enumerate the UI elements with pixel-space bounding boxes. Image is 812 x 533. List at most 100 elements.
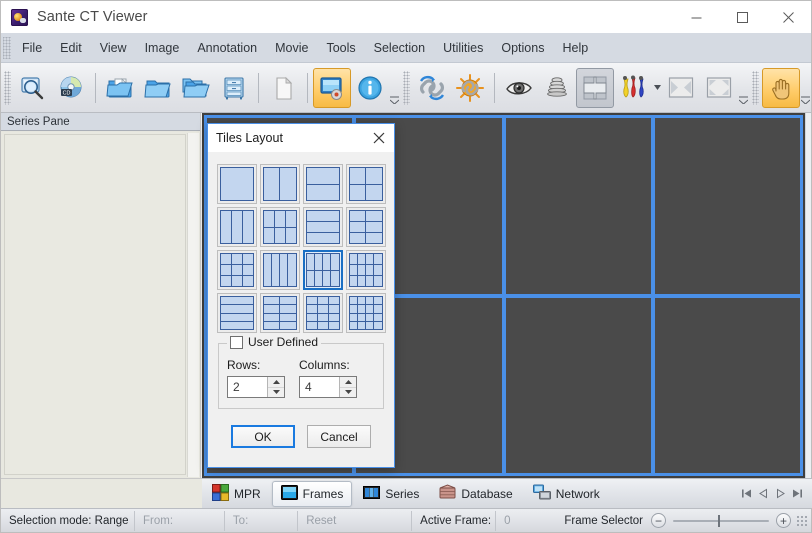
close-icon[interactable]	[364, 124, 394, 152]
tile-layout-option-1x1[interactable]	[216, 164, 257, 204]
tile-layout-option-3x1[interactable]	[302, 207, 343, 247]
menu-item-movie[interactable]: Movie	[266, 37, 317, 59]
fit-width-icon[interactable]	[662, 68, 700, 108]
tile-layout-cell	[220, 276, 231, 286]
viewport-tile[interactable]	[505, 297, 651, 473]
tile-layout-cell	[366, 297, 374, 305]
color-palette-icon[interactable]	[614, 68, 652, 108]
stack-icon[interactable]	[538, 68, 576, 108]
link-unsync-icon[interactable]	[451, 68, 489, 108]
open-cd-icon[interactable]: CD	[52, 68, 90, 108]
tile-layout-option-4x3[interactable]	[302, 293, 343, 333]
series-pane-scrollbar[interactable]	[187, 133, 199, 477]
menu-drag-grip[interactable]	[3, 36, 11, 59]
rows-increment-icon[interactable]	[268, 377, 284, 388]
rows-decrement-icon[interactable]	[268, 388, 284, 398]
status-reset[interactable]: Reset	[298, 510, 413, 531]
tab-network[interactable]: Network	[524, 481, 609, 507]
tile-layout-option-1x2[interactable]	[259, 164, 300, 204]
slider-thumb[interactable]	[718, 514, 721, 527]
columns-spinner[interactable]: 4	[299, 376, 357, 398]
open-folder-icon[interactable]	[139, 68, 177, 108]
maximize-icon[interactable]	[719, 1, 765, 33]
columns-value[interactable]: 4	[300, 380, 339, 394]
user-defined-checkbox[interactable]: User Defined	[227, 335, 322, 349]
toolbar-drag-grip-3[interactable]	[752, 70, 759, 105]
viewport-tile[interactable]	[654, 118, 800, 294]
last-frame-button[interactable]	[789, 484, 806, 504]
menu-item-view[interactable]: View	[91, 37, 136, 59]
columns-spin-buttons[interactable]	[339, 377, 356, 397]
rows-spinner[interactable]: 2	[227, 376, 285, 398]
frame-selector-minus-button[interactable]: −	[651, 513, 667, 528]
cancel-button[interactable]: Cancel	[307, 425, 371, 448]
tab-series[interactable]: Series	[354, 481, 428, 507]
menu-item-annotation[interactable]: Annotation	[188, 37, 266, 59]
viewport-tile[interactable]	[505, 118, 651, 294]
status-to[interactable]: To:	[225, 510, 299, 531]
search-images-icon[interactable]	[14, 68, 52, 108]
viewport-tile[interactable]	[654, 297, 800, 473]
tab-database[interactable]: Database	[430, 481, 521, 507]
toolbar-drag-grip-1[interactable]	[4, 70, 11, 105]
menu-item-edit[interactable]: Edit	[51, 37, 91, 59]
open-file-icon[interactable]	[101, 68, 139, 108]
tiles-layout-icon[interactable]	[313, 67, 351, 108]
toolbar-overflow-1[interactable]	[389, 68, 400, 108]
color-palette-dropdown-icon[interactable]	[652, 68, 662, 108]
tile-layout-option-4x2[interactable]	[259, 293, 300, 333]
viewport-scrollbar[interactable]	[805, 113, 811, 478]
ok-button[interactable]: OK	[231, 425, 295, 448]
first-frame-button[interactable]	[738, 484, 755, 504]
columns-field: Columns: 4	[299, 358, 357, 398]
open-folders-icon[interactable]	[177, 68, 215, 108]
tile-layout-option-2x2[interactable]	[345, 164, 386, 204]
next-frame-button[interactable]	[772, 484, 789, 504]
window-resize-grip[interactable]	[795, 513, 810, 528]
toolbar-overflow-3[interactable]	[800, 68, 811, 108]
link-sync-icon[interactable]	[413, 68, 451, 108]
series-pane-body[interactable]	[1, 132, 200, 478]
minimize-icon[interactable]	[673, 1, 719, 33]
menu-item-utilities[interactable]: Utilities	[434, 37, 492, 59]
tab-mpr[interactable]: MPR	[203, 481, 270, 507]
status-from[interactable]: From:	[135, 510, 225, 531]
info-icon[interactable]	[351, 68, 389, 108]
rows-value[interactable]: 2	[228, 380, 267, 394]
frame-selector-slider[interactable]	[673, 514, 770, 528]
tile-layout-option-3x4[interactable]	[345, 250, 386, 290]
tile-layout-option-2x4[interactable]	[302, 250, 343, 290]
tile-layout-option-2x1[interactable]	[302, 164, 343, 204]
previous-frame-button[interactable]	[755, 484, 772, 504]
tile-layout-option-4x4[interactable]	[345, 293, 386, 333]
tile-layout-option-1x4[interactable]	[259, 250, 300, 290]
menu-item-file[interactable]: File	[13, 37, 51, 59]
tile-layout-option-3x3[interactable]	[216, 250, 257, 290]
columns-increment-icon[interactable]	[340, 377, 356, 388]
close-icon[interactable]	[765, 1, 811, 33]
tile-layout-option-1x3[interactable]	[216, 207, 257, 247]
database-cabinet-icon[interactable]	[215, 68, 253, 108]
menu-item-selection[interactable]: Selection	[365, 37, 434, 59]
columns-decrement-icon[interactable]	[340, 388, 356, 398]
fit-screen-icon[interactable]	[700, 68, 738, 108]
menu-item-options[interactable]: Options	[492, 37, 553, 59]
menu-item-help[interactable]: Help	[553, 37, 597, 59]
menu-item-image[interactable]: Image	[136, 37, 189, 59]
tile-layout-option-3x2[interactable]	[345, 207, 386, 247]
rows-spin-buttons[interactable]	[267, 377, 284, 397]
pan-hand-icon[interactable]	[762, 67, 800, 108]
toolbar-overflow-2[interactable]	[738, 68, 749, 108]
series-list[interactable]	[4, 134, 186, 475]
eye-icon[interactable]	[500, 68, 538, 108]
menu-item-tools[interactable]: Tools	[317, 37, 364, 59]
tile-layout-cell	[374, 313, 382, 321]
tile-layout-option-2x3[interactable]	[259, 207, 300, 247]
crosshair-icon[interactable]	[576, 67, 614, 108]
tab-frames[interactable]: Frames	[271, 480, 353, 507]
checkbox-box[interactable]	[230, 335, 243, 349]
tile-layout-option-4x1[interactable]	[216, 293, 257, 333]
toolbar-drag-grip-2[interactable]	[403, 70, 410, 105]
copy-page-icon[interactable]	[264, 68, 302, 108]
frame-selector-plus-button[interactable]: +	[776, 513, 792, 528]
